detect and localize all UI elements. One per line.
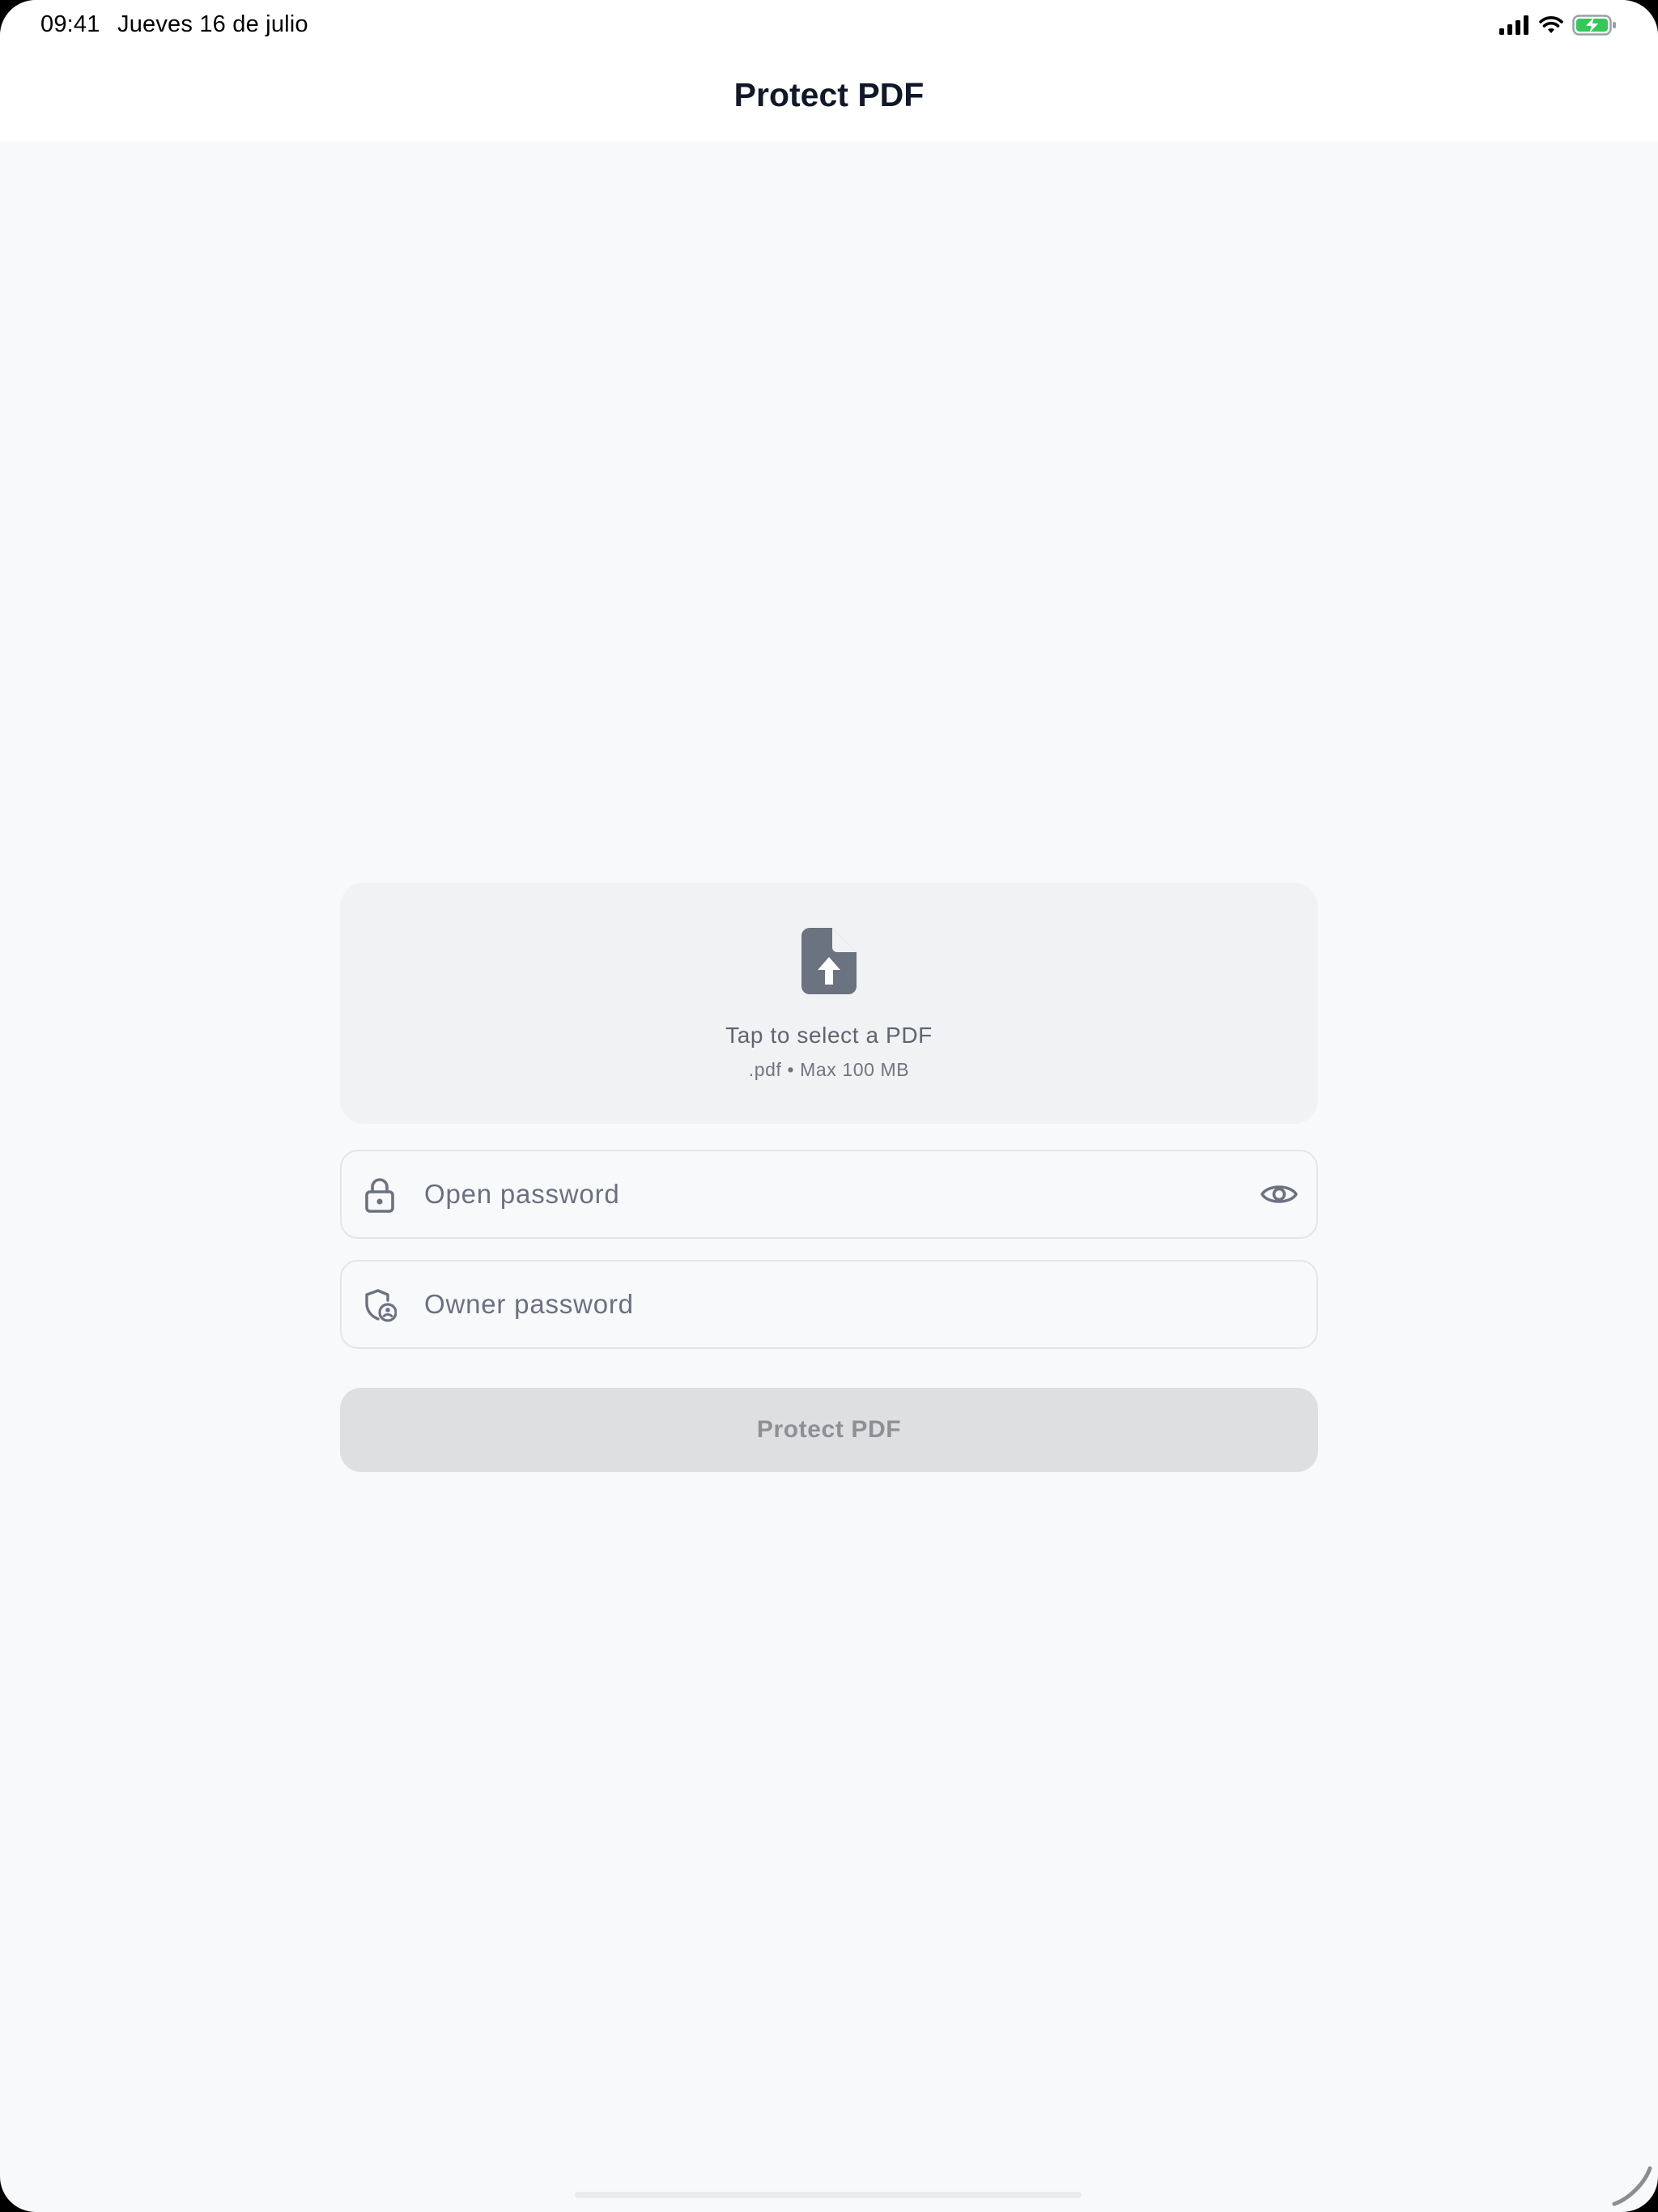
file-upload-icon <box>801 928 857 994</box>
app-screen: 09:41 Jueves 16 de julio Protect PDF Tap… <box>0 0 1658 2212</box>
wifi-icon <box>1539 16 1563 33</box>
cellular-signal-icon <box>1499 15 1528 35</box>
shield-user-icon <box>365 1289 397 1322</box>
open-password-input[interactable] <box>424 1169 1234 1219</box>
eye-icon[interactable] <box>1260 1180 1299 1208</box>
lock-icon <box>365 1178 394 1213</box>
status-bar: 09:41 Jueves 16 de julio <box>0 0 1658 50</box>
navigation-bar: Protect PDF <box>0 50 1658 141</box>
owner-password-field[interactable] <box>340 1260 1318 1349</box>
pdf-drop-zone[interactable]: Tap to select a PDF .pdf • Max 100 MB <box>340 883 1318 1124</box>
drop-zone-subtitle: .pdf • Max 100 MB <box>748 1059 910 1080</box>
battery-charging-icon <box>1572 15 1616 36</box>
status-date: Jueves 16 de julio <box>117 11 308 37</box>
status-time: 09:41 <box>40 11 100 37</box>
home-indicator <box>575 2192 1082 2198</box>
status-icons <box>1499 13 1618 37</box>
protect-form: Tap to select a PDF .pdf • Max 100 MB Pr… <box>340 883 1318 1472</box>
protect-pdf-button[interactable]: Protect PDF <box>340 1388 1318 1472</box>
resize-handle-icon[interactable] <box>1611 2165 1653 2207</box>
drop-zone-title: Tap to select a PDF <box>725 1023 933 1048</box>
open-password-field[interactable] <box>340 1150 1318 1239</box>
page-title: Protect PDF <box>733 76 925 113</box>
owner-password-input[interactable] <box>424 1279 1234 1329</box>
